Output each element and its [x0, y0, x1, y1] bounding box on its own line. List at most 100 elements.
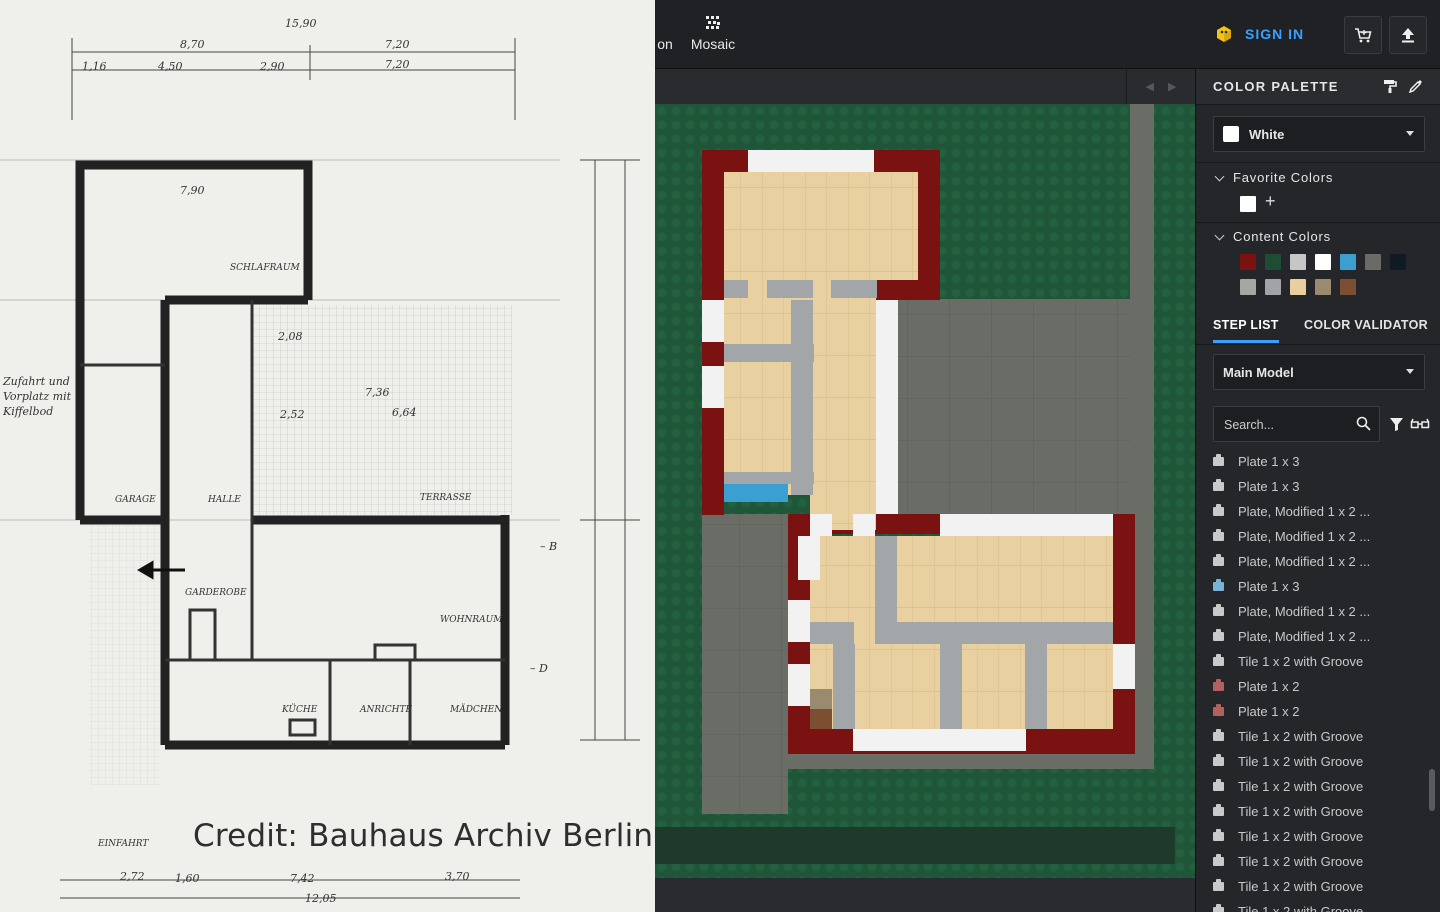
brick-icon [1213, 579, 1224, 591]
step-nav: ◀ ▶ [1126, 69, 1195, 104]
content-color-swatch[interactable] [1390, 254, 1406, 270]
step-list-item[interactable]: Plate, Modified 1 x 2 ... [1213, 549, 1370, 574]
brick-icon [1213, 654, 1224, 666]
tab-partial-label: on [657, 36, 673, 52]
svg-text:4,50: 4,50 [157, 60, 183, 73]
svg-text:12,05: 12,05 [305, 892, 337, 905]
step-list-scrollbar[interactable] [1429, 769, 1435, 811]
step-list-item[interactable]: Tile 1 x 2 with Groove [1213, 649, 1363, 674]
sign-in-label: SIGN IN [1245, 26, 1305, 42]
favorite-colors-toggle[interactable]: Favorite Colors [1214, 170, 1334, 185]
svg-text:EINFAHRT: EINFAHRT [97, 839, 149, 849]
brick-icon [1213, 554, 1224, 566]
prev-step-icon[interactable]: ◀ [1146, 80, 1154, 93]
lego-floor-plan [655, 104, 1195, 878]
step-item-label: Plate 1 x 3 [1238, 454, 1300, 469]
step-item-label: Plate, Modified 1 x 2 ... [1238, 629, 1371, 644]
step-item-label: Plate, Modified 1 x 2 ... [1238, 504, 1371, 519]
content-color-swatch[interactable] [1265, 254, 1281, 270]
brick-icon [1213, 879, 1224, 891]
svg-text:2,72: 2,72 [119, 870, 145, 883]
step-list-item[interactable]: Tile 1 x 2 with Groove [1213, 724, 1363, 749]
tab-color-validator[interactable]: COLOR VALIDATOR [1304, 318, 1428, 332]
content-color-swatch[interactable] [1240, 279, 1256, 295]
step-item-label: Plate, Modified 1 x 2 ... [1238, 529, 1371, 544]
upload-icon [1402, 28, 1414, 43]
svg-text:Kiffelbod: Kiffelbod [2, 405, 53, 418]
step-list-item[interactable]: Plate 1 x 2 [1213, 699, 1299, 724]
next-step-icon[interactable]: ▶ [1168, 80, 1176, 93]
content-color-swatch[interactable] [1315, 254, 1331, 270]
box-icon [1217, 26, 1231, 42]
content-color-swatch[interactable] [1240, 254, 1256, 270]
step-list-item[interactable]: Plate 1 x 3 [1213, 474, 1299, 499]
step-list-item[interactable]: Plate 1 x 3 [1213, 574, 1299, 599]
step-list-item[interactable]: Tile 1 x 2 with Groove [1213, 899, 1363, 912]
cart-button[interactable] [1344, 16, 1382, 54]
model-dropdown[interactable]: Main Model [1213, 354, 1425, 390]
tab-mosaic-label: Mosaic [690, 36, 736, 52]
svg-text:7,90: 7,90 [180, 184, 205, 197]
content-colors-toggle[interactable]: Content Colors [1214, 229, 1331, 244]
filter-icon[interactable] [1389, 417, 1404, 432]
brick-icon [1213, 629, 1224, 641]
svg-text:TERRASSE: TERRASSE [420, 493, 472, 503]
svg-text:7,20: 7,20 [385, 38, 410, 51]
content-color-swatch[interactable] [1290, 254, 1306, 270]
svg-text:6,64: 6,64 [392, 406, 417, 419]
brick-icon [1213, 854, 1224, 866]
favorite-colors-title: Favorite Colors [1233, 170, 1334, 185]
svg-text:2,52: 2,52 [279, 408, 305, 421]
step-list-item[interactable]: Plate, Modified 1 x 2 ... [1213, 524, 1370, 549]
glasses-icon[interactable] [1410, 417, 1430, 431]
brick-icon [1213, 679, 1224, 691]
step-list-item[interactable]: Plate 1 x 2 [1213, 674, 1299, 699]
step-list-item[interactable]: Tile 1 x 2 with Groove [1213, 799, 1363, 824]
chevron-down-icon [1406, 131, 1414, 136]
color-dropdown[interactable]: White [1213, 116, 1425, 152]
floor-plan-drawing: 15,90 8,70 7,20 7,20 4,50 2,90 1,16 7,90… [0, 0, 655, 912]
divider [1196, 222, 1440, 223]
panel-tabs: STEP LIST COLOR VALIDATOR [1196, 308, 1440, 345]
step-list-item[interactable]: Plate 1 x 3 [1213, 449, 1299, 474]
content-color-swatch[interactable] [1340, 254, 1356, 270]
step-item-label: Tile 1 x 2 with Groove [1238, 879, 1364, 894]
sign-in-button[interactable]: SIGN IN [1215, 20, 1304, 48]
step-list-item[interactable]: Plate, Modified 1 x 2 ... [1213, 624, 1370, 649]
step-list-item[interactable]: Tile 1 x 2 with Groove [1213, 774, 1363, 799]
step-item-label: Tile 1 x 2 with Groove [1238, 729, 1364, 744]
upload-button[interactable] [1389, 16, 1427, 54]
step-list-item[interactable]: Tile 1 x 2 with Groove [1213, 749, 1363, 774]
brick-icon [1213, 529, 1224, 541]
step-list-item[interactable]: Plate, Modified 1 x 2 ... [1213, 599, 1370, 624]
step-list-item[interactable]: Tile 1 x 2 with Groove [1213, 849, 1363, 874]
step-list-item[interactable]: Tile 1 x 2 with Groove [1213, 874, 1363, 899]
svg-text:ANRICHTE: ANRICHTE [359, 705, 412, 715]
step-item-label: Plate 1 x 2 [1238, 679, 1300, 694]
floor-plan-image: 15,90 8,70 7,20 7,20 4,50 2,90 1,16 7,90… [0, 0, 655, 912]
tab-partial[interactable]: on [655, 0, 675, 68]
step-list-item[interactable]: Plate, Modified 1 x 2 ... [1213, 499, 1370, 524]
content-color-swatch[interactable] [1365, 254, 1381, 270]
divider [1196, 162, 1440, 163]
search-icon[interactable] [1356, 416, 1371, 431]
search-input[interactable] [1222, 415, 1346, 435]
tab-step-list[interactable]: STEP LIST [1213, 318, 1279, 332]
build-canvas[interactable] [655, 104, 1195, 878]
favorite-swatch-white[interactable] [1240, 196, 1256, 212]
step-list-item[interactable]: Tile 1 x 2 with Groove [1213, 824, 1363, 849]
paint-roller-icon[interactable] [1382, 78, 1398, 94]
brick-icon [1213, 904, 1224, 912]
svg-text:Zufahrt und: Zufahrt und [2, 375, 70, 388]
step-item-label: Tile 1 x 2 with Groove [1238, 654, 1364, 669]
tab-mosaic[interactable]: Mosaic [685, 0, 741, 68]
model-dropdown-label: Main Model [1223, 364, 1294, 380]
svg-text:2,90: 2,90 [259, 60, 285, 73]
eyedropper-icon[interactable] [1408, 78, 1424, 94]
content-color-swatch[interactable] [1315, 279, 1331, 295]
content-color-swatch[interactable] [1290, 279, 1306, 295]
add-favorite-icon[interactable]: + [1265, 191, 1276, 212]
content-color-swatch[interactable] [1340, 279, 1356, 295]
content-color-swatch[interactable] [1265, 279, 1281, 295]
brick-icon [1213, 479, 1224, 491]
